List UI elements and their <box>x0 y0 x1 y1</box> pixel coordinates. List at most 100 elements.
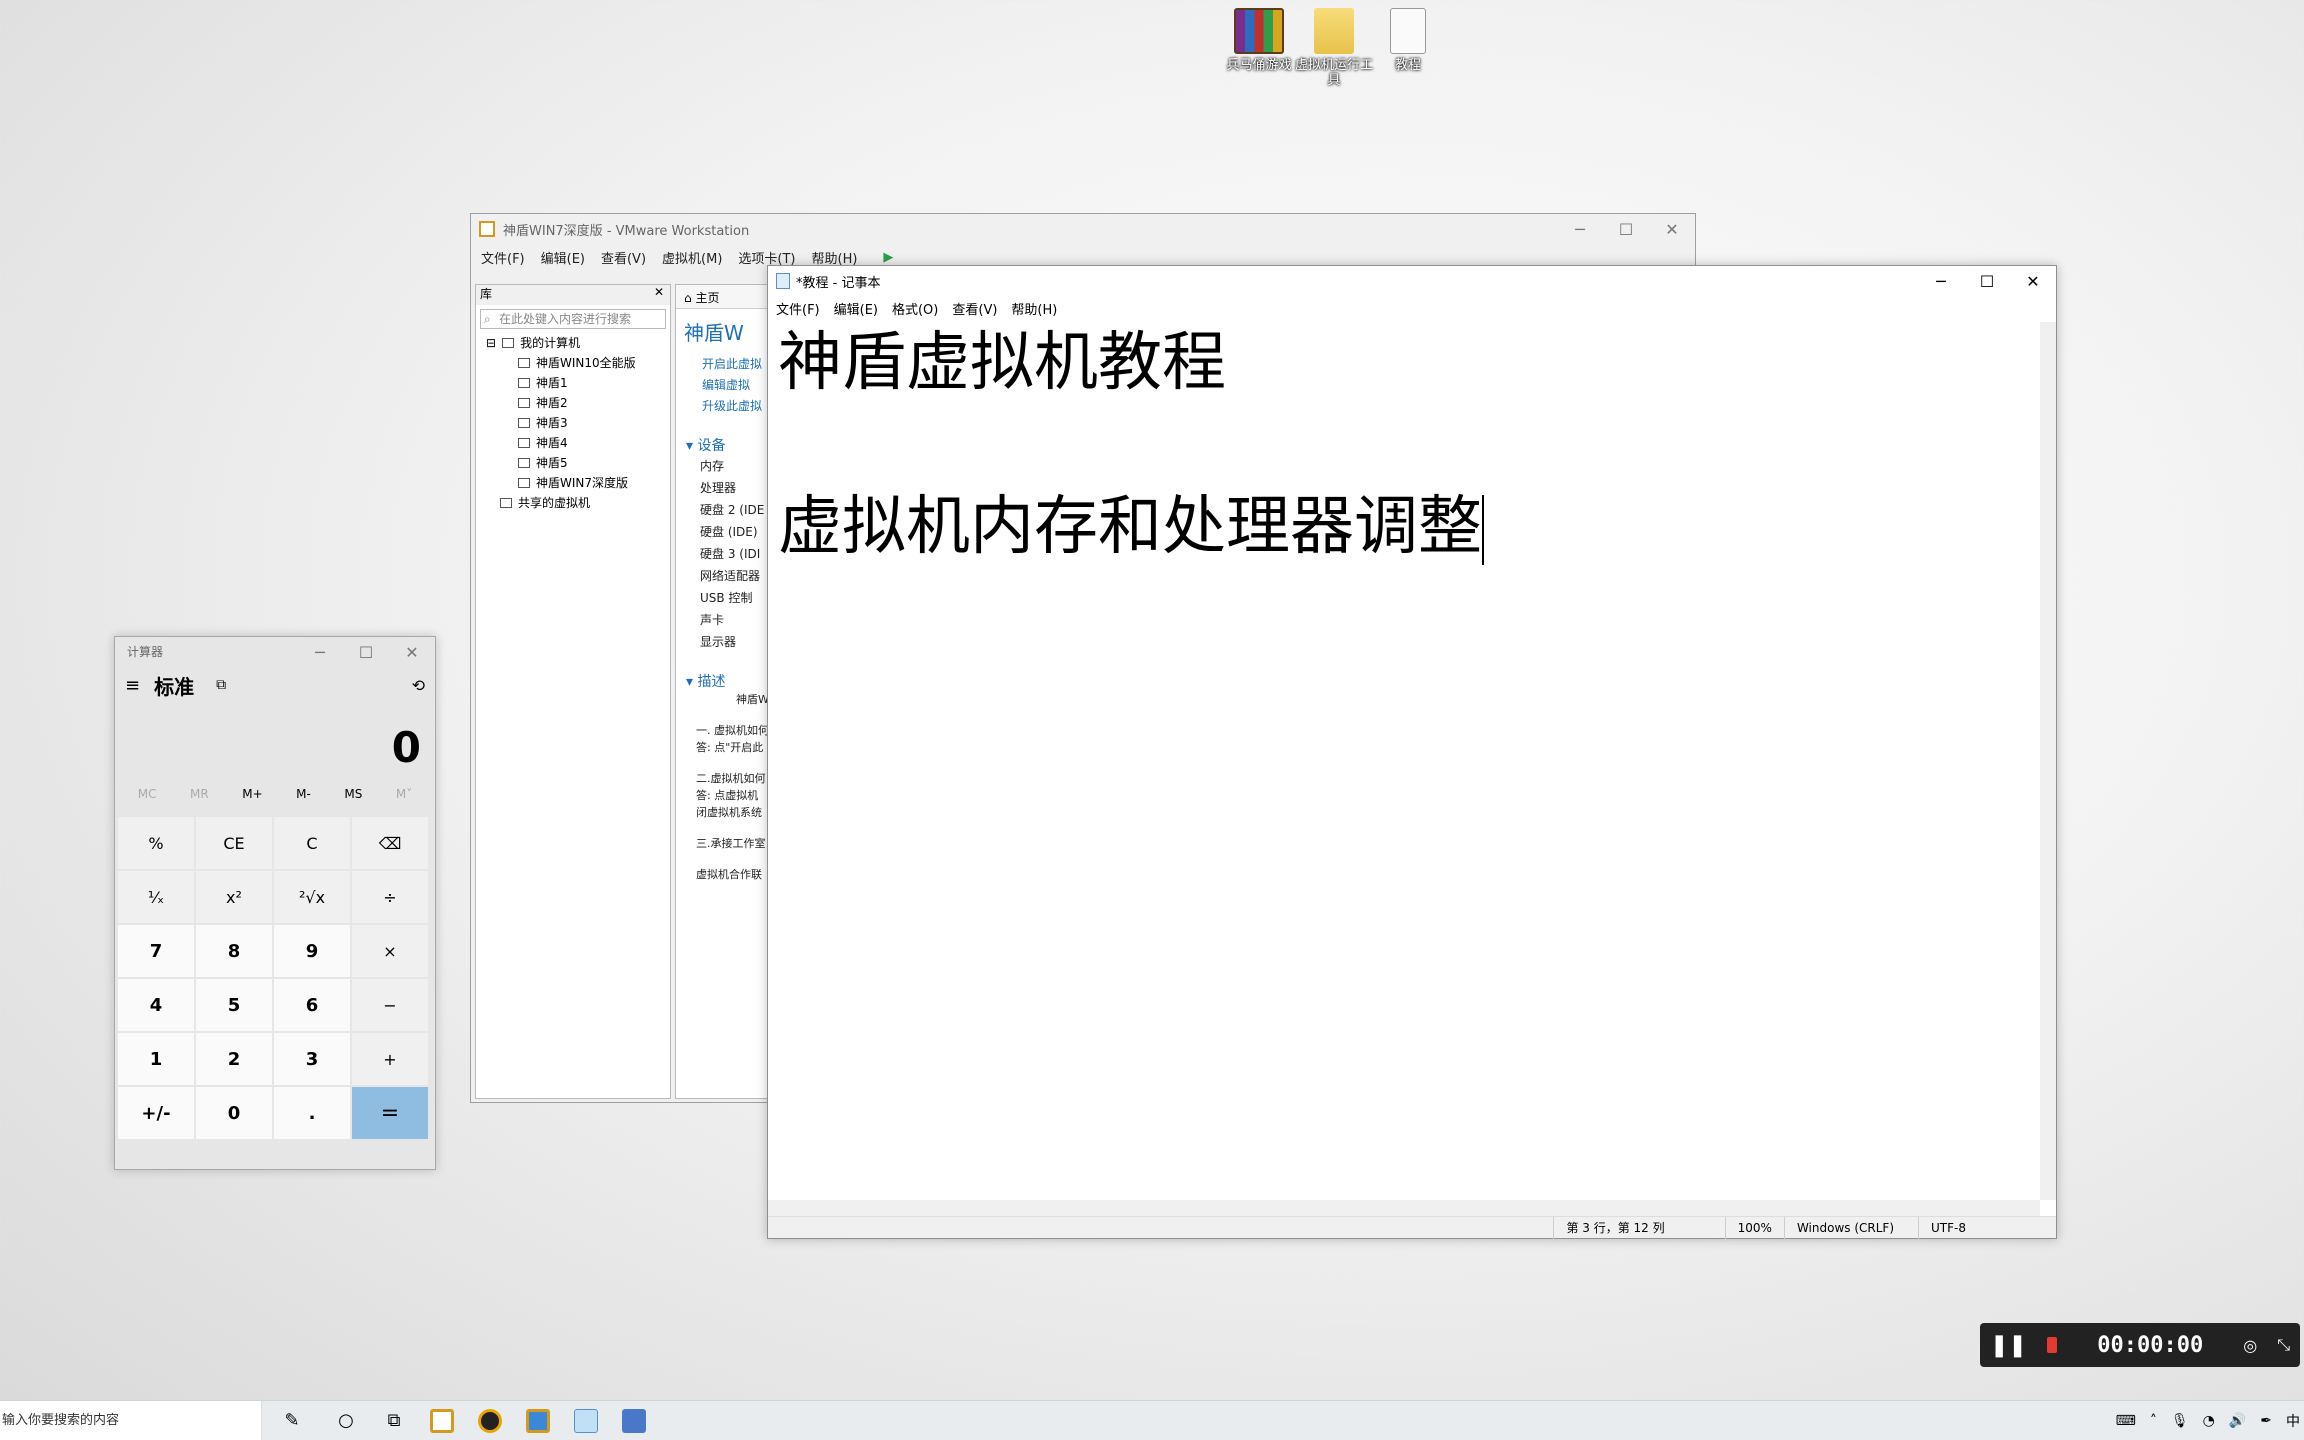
menu-tabs[interactable]: 选项卡(T) <box>738 248 795 267</box>
desktop-icon-rar[interactable]: 兵马俑游戏 <box>1219 8 1299 73</box>
tree-vm[interactable]: 神盾1 <box>486 373 670 393</box>
screenshot-icon[interactable]: ◎ <box>2243 1336 2257 1355</box>
volume-icon[interactable]: 🔊 <box>2229 1413 2246 1429</box>
digit-1-button[interactable]: 1 <box>118 1033 194 1085</box>
taskbar-app-calculator[interactable] <box>610 1401 658 1440</box>
microphone-icon[interactable]: 🎙 <box>2171 1413 2189 1429</box>
minimize-button[interactable]: ─ <box>297 637 343 667</box>
decimal-button[interactable]: . <box>274 1087 350 1139</box>
square-button[interactable]: x² <box>196 871 272 923</box>
tree-vm[interactable]: 神盾WIN10全能版 <box>486 353 670 373</box>
menu-edit[interactable]: 编辑(E) <box>834 299 878 318</box>
close-icon[interactable]: ✕ <box>654 285 664 305</box>
divide-button[interactable]: ÷ <box>352 871 428 923</box>
pause-icon[interactable]: ❚❚ <box>1990 1333 2027 1358</box>
close-button[interactable]: ✕ <box>1649 214 1695 244</box>
maximize-button[interactable]: ☐ <box>1964 266 2010 296</box>
tree-vm[interactable]: 神盾4 <box>486 433 670 453</box>
backspace-button[interactable]: ⌫ <box>352 817 428 869</box>
tree-root[interactable]: ⊟ 我的计算机 <box>486 333 670 353</box>
tree-vm[interactable]: 神盾2 <box>486 393 670 413</box>
menu-format[interactable]: 格式(O) <box>892 299 938 318</box>
digit-9-button[interactable]: 9 <box>274 925 350 977</box>
network-icon[interactable]: ◔ <box>2203 1413 2215 1429</box>
menu-help[interactable]: 帮助(H) <box>1011 299 1057 318</box>
plus-button[interactable]: + <box>352 1033 428 1085</box>
history-icon[interactable]: ⟲ <box>412 676 425 695</box>
vm-app-icon <box>526 1408 550 1433</box>
menu-file[interactable]: 文件(F) <box>776 299 820 318</box>
memory-list-button[interactable]: M˅ <box>396 773 412 815</box>
desktop-icon-folder[interactable]: 虚拟机运行工具 <box>1294 8 1374 88</box>
ms-button[interactable]: MS <box>344 773 362 815</box>
chevron-up-icon[interactable]: ˄ <box>2150 1413 2157 1429</box>
maximize-button[interactable]: ☐ <box>343 637 389 667</box>
mr-button[interactable]: MR <box>190 773 209 815</box>
digit-4-button[interactable]: 4 <box>118 979 194 1031</box>
tree-shared[interactable]: 共享的虚拟机 <box>486 493 670 513</box>
mc-button[interactable]: MC <box>138 773 157 815</box>
minimize-button[interactable]: ─ <box>1918 266 1964 296</box>
minimize-recorder-icon[interactable]: ⤡ <box>2277 1335 2290 1355</box>
vertical-scrollbar[interactable] <box>2040 322 2056 1200</box>
system-tray: ⌨ ˄ 🎙 ◔ 🔊 ✒ 中 <box>2116 1401 2304 1440</box>
stop-icon[interactable] <box>2046 1337 2058 1353</box>
close-button[interactable]: ✕ <box>2010 266 2056 296</box>
digit-0-button[interactable]: 0 <box>196 1087 272 1139</box>
multiply-button[interactable]: × <box>352 925 428 977</box>
taskbar-app-vmware[interactable] <box>418 1401 466 1440</box>
notepad-text-area[interactable]: 神盾虚拟机教程 虚拟机内存和处理器调整 <box>768 322 2040 1200</box>
tree-vm[interactable]: 神盾WIN7深度版 <box>486 473 670 493</box>
desktop-icon-label: 教程 <box>1394 58 1421 73</box>
desktop-icon-label: 兵马俑游戏 <box>1226 58 1292 73</box>
clear-entry-button[interactable]: CE <box>196 817 272 869</box>
minus-button[interactable]: − <box>352 979 428 1031</box>
taskbar-app-vmware-2[interactable] <box>514 1401 562 1440</box>
vmware-titlebar[interactable]: 神盾WIN7深度版 - VMware Workstation <box>471 214 1695 244</box>
sqrt-button[interactable]: ²√x <box>274 871 350 923</box>
menu-help[interactable]: 帮助(H) <box>812 248 858 267</box>
digit-5-button[interactable]: 5 <box>196 979 272 1031</box>
minimize-button[interactable]: ─ <box>1557 214 1603 244</box>
close-button[interactable]: ✕ <box>389 637 435 667</box>
pen-icon[interactable]: ✒ <box>2260 1413 2272 1429</box>
menu-file[interactable]: 文件(F) <box>481 248 525 267</box>
percent-button[interactable]: % <box>118 817 194 869</box>
menu-view[interactable]: 查看(V) <box>952 299 997 318</box>
digit-6-button[interactable]: 6 <box>274 979 350 1031</box>
reciprocal-button[interactable]: ¹⁄ₓ <box>118 871 194 923</box>
tree-vm[interactable]: 神盾3 <box>486 413 670 433</box>
menu-vm[interactable]: 虚拟机(M) <box>662 248 722 267</box>
clear-button[interactable]: C <box>274 817 350 869</box>
digit-2-button[interactable]: 2 <box>196 1033 272 1085</box>
cortana-icon[interactable]: ○ <box>322 1401 370 1440</box>
notepad-titlebar[interactable]: *教程 - 记事本 <box>768 266 2056 296</box>
ime-indicator[interactable]: 中 <box>2286 1411 2300 1431</box>
digit-7-button[interactable]: 7 <box>118 925 194 977</box>
calculator-window: 计算器 ─ ☐ ✕ ≡ 标准 ⧉ ⟲ 0 MC MR M+ M- MS M˅ %… <box>114 636 436 1170</box>
desktop-icon-doc[interactable]: 教程 <box>1368 8 1448 73</box>
negate-button[interactable]: +/- <box>118 1087 194 1139</box>
shared-vm-icon <box>500 498 512 508</box>
menu-view[interactable]: 查看(V) <box>601 248 646 267</box>
digit-8-button[interactable]: 8 <box>196 925 272 977</box>
digit-3-button[interactable]: 3 <box>274 1033 350 1085</box>
menu-edit[interactable]: 编辑(E) <box>541 248 585 267</box>
m-minus-button[interactable]: M- <box>296 773 311 815</box>
hamburger-menu-icon[interactable]: ≡ <box>125 675 140 696</box>
search-highlight-icon[interactable]: ✎ <box>262 1401 322 1440</box>
tree-vm[interactable]: 神盾5 <box>486 453 670 473</box>
keep-on-top-icon[interactable]: ⧉ <box>216 677 226 693</box>
horizontal-scrollbar[interactable] <box>768 1200 2040 1216</box>
equals-button[interactable]: = <box>352 1087 428 1139</box>
keyboard-icon[interactable]: ⌨ <box>2116 1413 2136 1429</box>
play-icon[interactable]: ▶ <box>883 250 893 265</box>
taskbar-app-notepad[interactable] <box>562 1401 610 1440</box>
m-plus-button[interactable]: M+ <box>242 773 262 815</box>
task-view-icon[interactable]: ⧉ <box>370 1401 418 1440</box>
taskbar: 输入你要搜索的内容 ✎ ○ ⧉ ⌨ ˄ 🎙 ◔ 🔊 ✒ 中 <box>0 1400 2304 1440</box>
taskbar-search-input[interactable]: 输入你要搜索的内容 <box>0 1400 262 1440</box>
taskbar-app-browser[interactable] <box>466 1401 514 1440</box>
library-search-input[interactable]: ⌕ 在此处键入内容进行搜索 <box>480 309 666 329</box>
maximize-button[interactable]: ☐ <box>1603 214 1649 244</box>
